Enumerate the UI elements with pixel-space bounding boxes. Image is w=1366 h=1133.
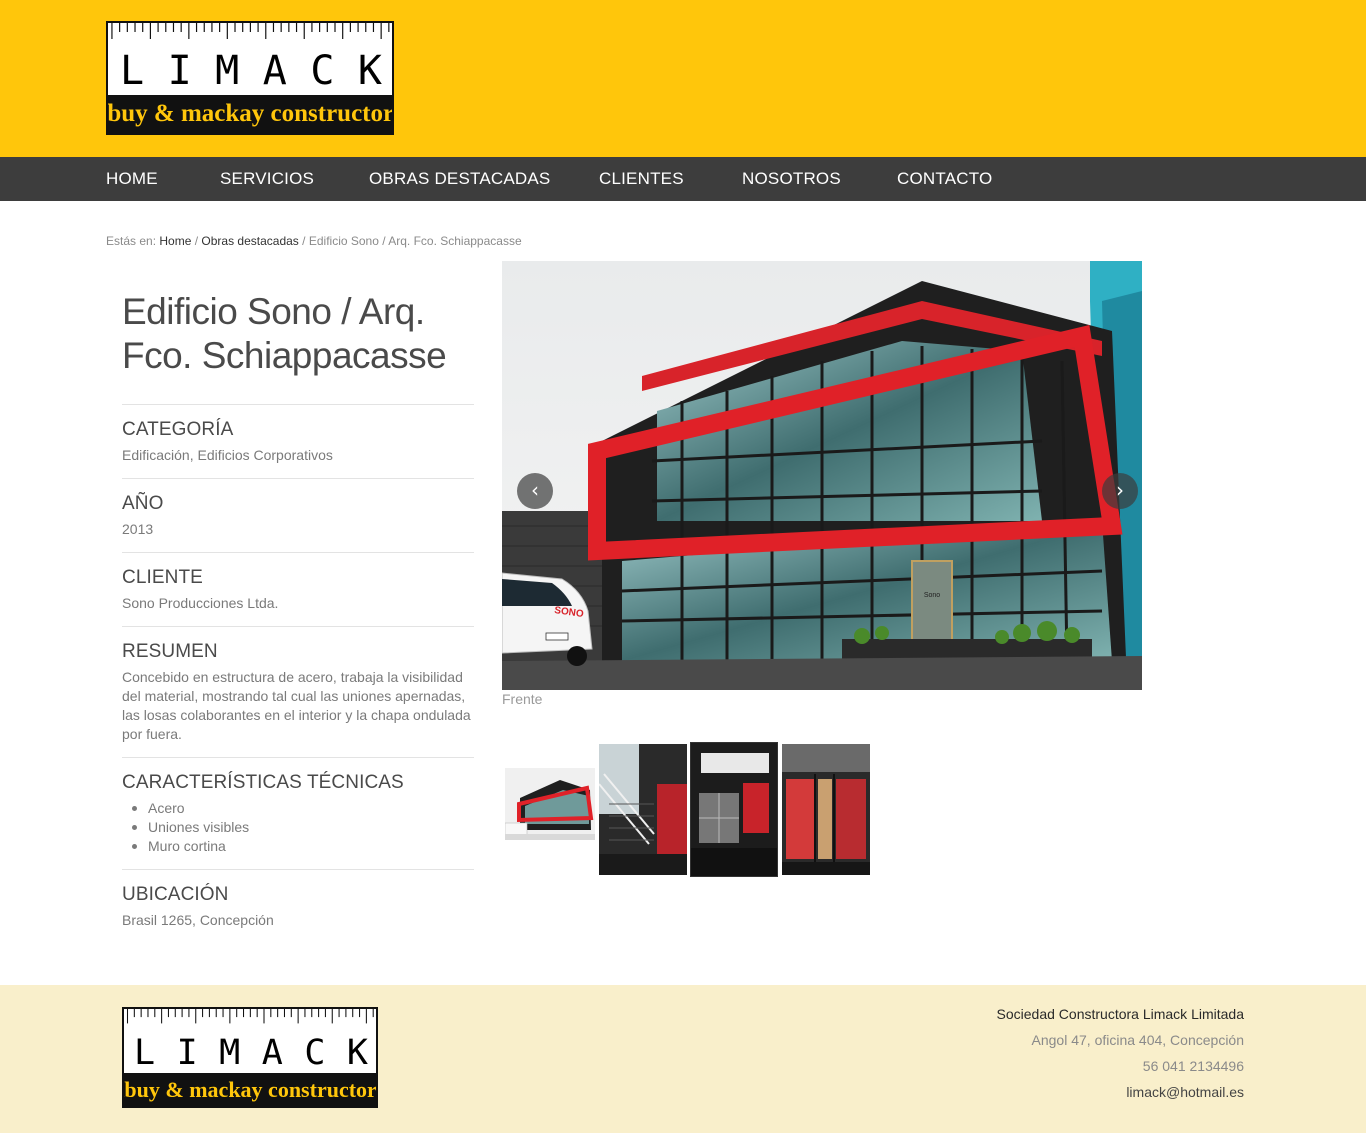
footer-phone: 56 041 2134496 — [1142, 1058, 1244, 1074]
building-photo: Sono SONO — [502, 261, 1142, 690]
nav-contacto[interactable]: CONTACTO — [897, 157, 992, 201]
divider — [122, 404, 474, 405]
thumbnail-2[interactable] — [599, 744, 687, 875]
logo-letter: A — [262, 48, 287, 94]
category-value: Edificación, Edificios Corporativos — [122, 447, 333, 463]
breadcrumb-section-link[interactable]: Obras destacadas — [201, 234, 298, 248]
slider-prev-button[interactable]: ‹ — [517, 473, 553, 509]
client-label: CLIENTE — [122, 567, 203, 588]
logo-letters: L I M A C K — [124, 1033, 376, 1073]
footer-logo[interactable]: L I M A C K libuy & mackay constructora — [122, 1007, 378, 1108]
nav-obras-destacadas[interactable]: OBRAS DESTACADAS — [369, 157, 550, 201]
summary-value: Concebido en estructura de acero, trabaj… — [122, 669, 471, 742]
logo-letter: L — [120, 48, 145, 94]
breadcrumb: Estás en: Home / Obras destacadas / Edif… — [106, 234, 522, 248]
footer-address: Angol 47, oficina 404, Concepción — [1031, 1032, 1244, 1048]
breadcrumb-separator: / — [194, 234, 199, 248]
nav-home[interactable]: HOME — [106, 157, 158, 201]
logo-letter: I — [167, 48, 192, 94]
thumbnail-image — [691, 743, 777, 876]
divider — [122, 757, 474, 758]
thumbnail-image — [505, 768, 595, 840]
year-label: AÑO — [122, 493, 164, 514]
slider-next-button[interactable]: › — [1102, 473, 1138, 509]
door-sign: Sono — [924, 592, 940, 599]
divider — [122, 626, 474, 627]
breadcrumb-separator: / — [302, 234, 306, 248]
breadcrumb-prefix: Estás en: — [106, 234, 157, 248]
feature-item: Uniones visibles — [131, 819, 250, 835]
year-value: 2013 — [122, 521, 154, 537]
thumbnail-3[interactable] — [690, 742, 778, 877]
site-header: L I M A C K libuy & mackay constructora — [0, 0, 1366, 157]
thumbnail-1[interactable] — [505, 768, 595, 840]
logo-letter: A — [261, 1033, 283, 1073]
chevron-right-icon: › — [1116, 478, 1124, 502]
footer-email-link[interactable]: limack@hotmail.es — [1126, 1084, 1244, 1100]
logo-letters: L I M A C K — [108, 49, 392, 93]
logo-letter: M — [219, 1033, 241, 1073]
feature-item: Muro cortina — [131, 837, 249, 856]
category-label: CATEGORÍA — [122, 419, 234, 440]
nav-nosotros[interactable]: NOSOTROS — [742, 157, 841, 201]
thumbnail-image — [599, 744, 687, 875]
features-label: CARACTERÍSTICAS TÉCNICAS — [122, 772, 404, 793]
client-value: Sono Producciones Ltda. — [122, 595, 279, 611]
project-slider-image[interactable]: Sono SONO — [502, 261, 1142, 690]
site-footer: L I M A C K libuy & mackay constructora … — [0, 985, 1366, 1133]
logo-letter: M — [215, 48, 240, 94]
logo-tagline: libuy & mackay constructora — [108, 95, 392, 133]
breadcrumb-current: Edificio Sono / Arq. Fco. Schiappacasse — [308, 234, 522, 248]
thumbnail-image — [782, 744, 870, 875]
main-nav: HOME SERVICIOS OBRAS DESTACADAS CLIENTES… — [0, 157, 1366, 201]
divider — [122, 552, 474, 553]
location-label: UBICACIÓN — [122, 884, 229, 905]
logo-letter: I — [176, 1033, 198, 1073]
logo-letter: K — [357, 48, 382, 94]
features-list: Acero Uniones visibles Muro cortina — [131, 799, 250, 856]
thumbnail-4[interactable] — [782, 744, 870, 875]
breadcrumb-home-link[interactable]: Home — [159, 234, 191, 248]
nav-servicios[interactable]: SERVICIOS — [220, 157, 314, 201]
nav-clientes[interactable]: CLIENTES — [599, 157, 684, 201]
chevron-left-icon: ‹ — [531, 478, 539, 502]
footer-company: Sociedad Constructora Limack Limitada — [996, 1006, 1244, 1022]
ruler-ticks — [126, 1009, 374, 1024]
divider — [122, 478, 474, 479]
ruler-graphic — [108, 23, 392, 43]
slider-caption: Frente — [502, 691, 543, 707]
logo-tagline: libuy & mackay constructora — [124, 1073, 376, 1106]
summary-label: RESUMEN — [122, 641, 218, 662]
logo-letter: C — [304, 1033, 326, 1073]
logo-letter: L — [134, 1033, 156, 1073]
location-value: Brasil 1265, Concepción — [122, 912, 274, 928]
logo-letter: C — [310, 48, 335, 94]
logo-letter: K — [346, 1033, 368, 1073]
project-title: Edificio Sono / Arq. Fco. Schiappacasse — [122, 291, 447, 376]
header-logo[interactable]: L I M A C K libuy & mackay constructora — [106, 21, 394, 135]
ruler-graphic — [124, 1009, 376, 1027]
feature-item: Acero — [131, 799, 249, 818]
ruler-ticks — [111, 23, 390, 39]
divider — [122, 869, 474, 870]
